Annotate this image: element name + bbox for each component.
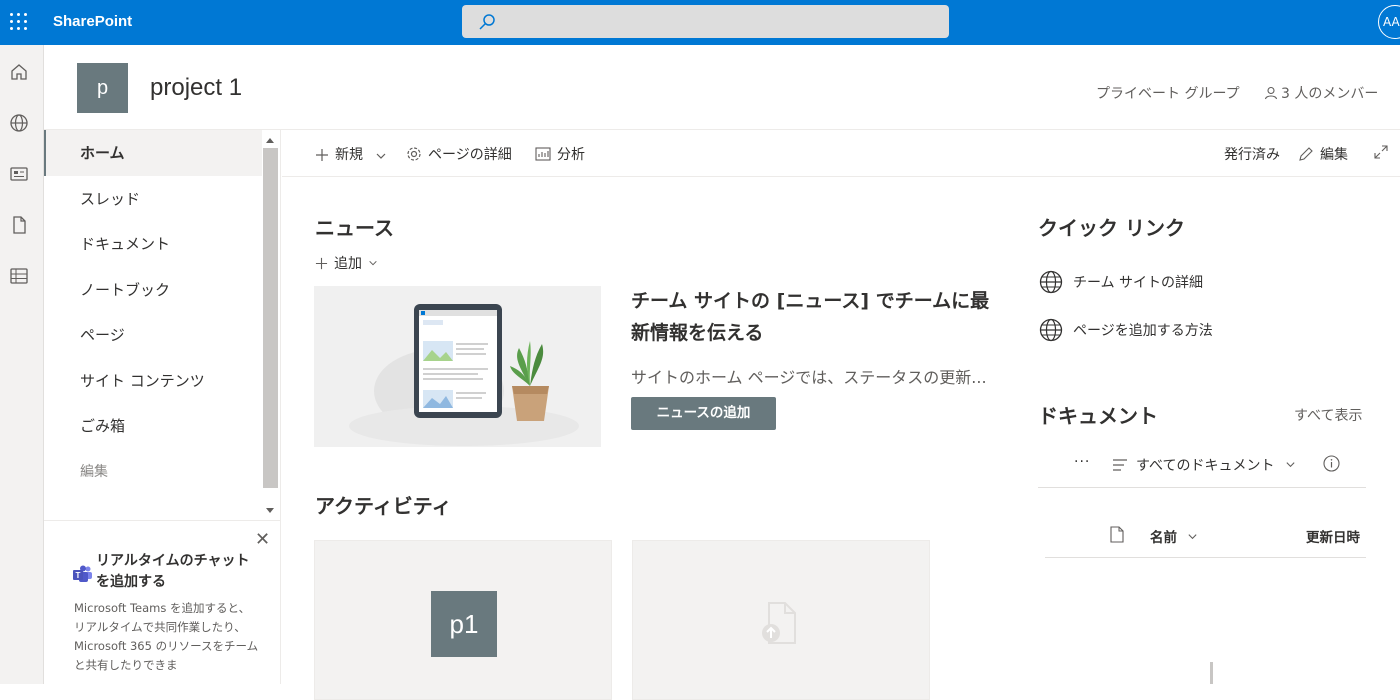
column-modified-header[interactable]: 更新日時 <box>1306 526 1360 546</box>
nav-item-site-contents[interactable]: サイト コンテンツ <box>44 358 262 404</box>
scroll-down-icon[interactable] <box>266 508 274 513</box>
add-news-button[interactable]: 追加 <box>315 253 378 273</box>
expand-button[interactable] <box>1373 144 1395 161</box>
nav-item-documents[interactable]: ドキュメント <box>44 221 262 267</box>
list-icon[interactable] <box>9 266 29 286</box>
chevron-down-icon <box>377 153 386 159</box>
search-icon <box>479 14 495 30</box>
news-icon[interactable] <box>9 164 29 184</box>
svg-text:T: T <box>76 571 81 580</box>
gear-icon <box>407 147 421 161</box>
tablet-plant-illustration <box>349 304 579 446</box>
globe-icon <box>1039 270 1063 294</box>
column-name-header[interactable]: 名前 <box>1150 526 1198 546</box>
see-all-link[interactable]: すべて表示 <box>1294 405 1362 425</box>
quick-link-item[interactable]: チーム サイトの詳細 <box>1039 270 1203 294</box>
site-logo[interactable]: p <box>77 63 128 113</box>
app-rail <box>0 45 44 684</box>
group-type-label: プライベート グループ <box>1096 86 1240 102</box>
teams-card-title: リアルタイムのチャットを追加する <box>96 553 250 590</box>
members-button[interactable]: 3 人のメンバー <box>1264 83 1378 103</box>
home-icon[interactable] <box>9 62 29 82</box>
analytics-icon <box>535 147 551 161</box>
user-avatar[interactable]: AA <box>1378 5 1400 39</box>
expand-icon <box>1374 145 1388 159</box>
quick-links-title: クイック リンク <box>1038 216 1185 240</box>
nav-item-recycle-bin[interactable]: ごみ箱 <box>44 403 262 449</box>
documents-title: ドキュメント <box>1038 404 1158 428</box>
left-navigation: ホーム スレッド ドキュメント ノートブック ページ サイト コンテンツ ごみ箱… <box>44 130 281 684</box>
quick-link-item[interactable]: ページを追加する方法 <box>1039 318 1213 342</box>
nav-list: ホーム スレッド ドキュメント ノートブック ページ サイト コンテンツ ごみ箱… <box>44 130 262 494</box>
analytics-button[interactable]: 分析 <box>535 144 585 164</box>
activity-thumbnail: p1 <box>431 591 497 657</box>
globe-icon <box>1039 318 1063 342</box>
nav-item-home[interactable]: ホーム <box>44 130 262 176</box>
edit-label: 編集 <box>1320 147 1348 163</box>
file-type-icon <box>1110 526 1124 543</box>
search-input[interactable] <box>462 5 949 38</box>
chevron-down-icon <box>1286 462 1295 468</box>
globe-icon[interactable] <box>9 113 29 133</box>
page-details-button[interactable]: ページの詳細 <box>406 144 512 164</box>
scroll-thumb[interactable] <box>263 148 278 488</box>
analytics-label: 分析 <box>557 147 585 163</box>
members-count: 3 人のメンバー <box>1281 86 1379 102</box>
edit-button[interactable]: 編集 <box>1298 144 1348 164</box>
chevron-down-icon <box>1188 534 1197 540</box>
nav-item-pages[interactable]: ページ <box>44 312 262 358</box>
site-header: p project 1 プライベート グループ 3 人のメンバー <box>44 45 1400 130</box>
file-upload-icon <box>762 602 796 644</box>
site-title[interactable]: project 1 <box>150 74 242 102</box>
teams-card-description: Microsoft Teams を追加すると、リアルタイムで共同作業したり、Mi… <box>74 601 259 672</box>
add-news-primary-button[interactable]: ニュースの追加 <box>631 397 776 430</box>
documents-scrollbar[interactable] <box>1210 662 1213 684</box>
person-icon <box>1264 86 1278 100</box>
info-icon[interactable] <box>1323 455 1340 472</box>
close-icon[interactable]: ✕ <box>255 529 270 550</box>
nav-scrollbar[interactable] <box>262 134 280 520</box>
pencil-icon <box>1299 147 1313 161</box>
publish-status: 発行済み <box>1224 147 1280 163</box>
nav-item-threads[interactable]: スレッド <box>44 176 262 222</box>
news-headline[interactable]: チーム サイトの [ニュース] でチームに最新情報を伝える <box>631 285 1006 349</box>
activity-title: アクティビティ <box>315 494 452 518</box>
add-news-label: 追加 <box>334 256 362 272</box>
document-icon[interactable] <box>9 215 29 235</box>
news-title: ニュース <box>315 216 394 240</box>
column-name-label: 名前 <box>1150 530 1177 546</box>
app-name[interactable]: SharePoint <box>53 13 132 30</box>
documents-column-header: 名前 更新日時 <box>1045 512 1366 558</box>
news-illustration[interactable] <box>314 286 601 447</box>
new-button[interactable]: 新規 <box>315 144 387 164</box>
plus-icon <box>316 149 328 161</box>
page-details-label: ページの詳細 <box>428 147 512 163</box>
plus-icon <box>315 257 328 270</box>
documents-toolbar: ··· すべてのドキュメント <box>1038 440 1366 488</box>
new-label: 新規 <box>335 147 363 163</box>
suite-bar: SharePoint AA <box>0 0 1400 45</box>
view-name: すべてのドキュメント <box>1136 458 1275 474</box>
activity-card[interactable]: p1 <box>314 540 612 700</box>
quick-link-label: チーム サイトの詳細 <box>1073 275 1204 291</box>
scroll-up-icon[interactable] <box>266 138 274 143</box>
chevron-down-icon <box>369 260 378 266</box>
view-selector[interactable]: すべてのドキュメント <box>1112 455 1296 475</box>
app-launcher-icon[interactable] <box>10 13 28 31</box>
command-bar: 新規 ページの詳細 分析 発行済み 編集 <box>282 130 1400 177</box>
activity-card[interactable] <box>632 540 930 700</box>
quick-link-label: ページを追加する方法 <box>1073 323 1213 339</box>
teams-promo-card: ✕ T リアルタイムのチャットを追加する Microsoft Teams を追加… <box>44 520 280 684</box>
nav-item-notebook[interactable]: ノートブック <box>44 267 262 313</box>
more-options-icon[interactable]: ··· <box>1074 454 1090 470</box>
teams-icon: T <box>73 565 92 582</box>
news-description: サイトのホーム ページでは、ステータスの更新... <box>631 368 987 387</box>
nav-edit-link[interactable]: 編集 <box>44 449 262 495</box>
view-list-icon <box>1113 459 1127 471</box>
